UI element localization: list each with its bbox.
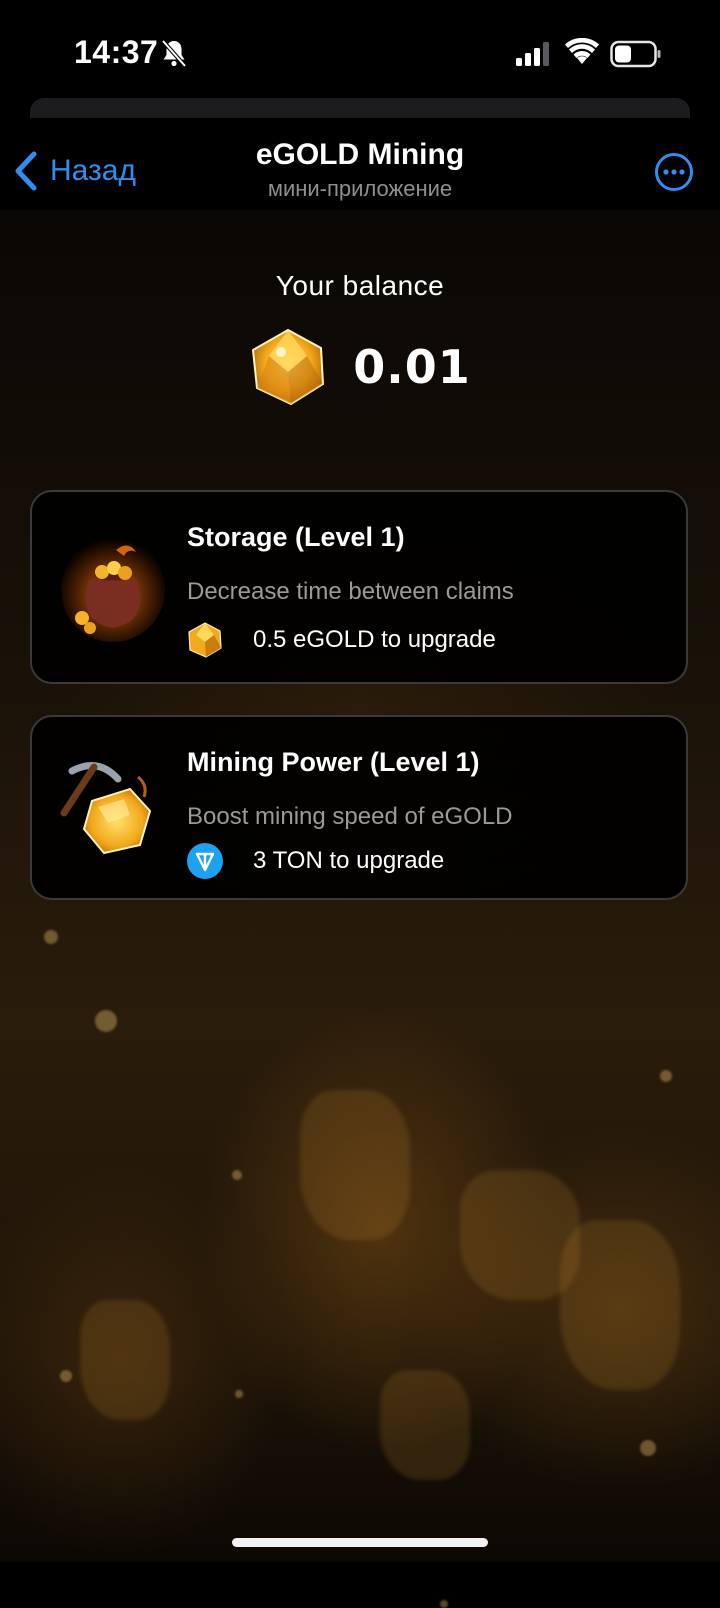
egold-gem-icon <box>188 622 222 658</box>
mining-power-title: Mining Power (Level 1) <box>187 747 480 777</box>
pickaxe-gold-icon <box>60 762 152 855</box>
mining-power-description: Boost mining speed of eGOLD <box>187 803 513 830</box>
mining-power-cost-row: 3 TON to upgrade <box>187 843 444 879</box>
sheet-top-edge <box>30 98 690 118</box>
mining-power-cost: 3 TON to upgrade <box>253 847 445 874</box>
mining-power-upgrade-card[interactable]: Mining Power (Level 1) Boost mining spee… <box>30 715 688 900</box>
more-options-icon[interactable] <box>654 152 694 192</box>
storage-title: Storage (Level 1) <box>187 522 405 552</box>
egold-gem-icon <box>252 328 325 406</box>
storage-cost-row: 0.5 eGOLD to upgrade <box>187 622 496 658</box>
app-title: eGOLD Mining <box>255 138 465 171</box>
status-time: 14:37 <box>74 34 159 70</box>
battery-icon <box>610 40 661 68</box>
app-subtitle: мини-приложение <box>267 176 453 201</box>
balance-label: Your balance <box>275 270 445 301</box>
balance-display: 0.01 <box>0 328 720 406</box>
cellular-signal-icon <box>516 42 549 66</box>
storage-description: Decrease time between claims <box>187 578 514 605</box>
home-indicator[interactable] <box>232 1538 488 1547</box>
balance-value: 0.01 <box>353 340 471 394</box>
mini-app-header: Назад eGOLD Mining мини-приложение <box>0 120 720 220</box>
wifi-icon <box>565 38 599 64</box>
storage-cost: 0.5 eGOLD to upgrade <box>253 626 496 653</box>
storage-upgrade-card[interactable]: Storage (Level 1) Decrease time between … <box>30 490 688 684</box>
bell-muted-icon <box>161 39 187 68</box>
status-bar: 14:37 <box>0 0 720 100</box>
ton-icon <box>187 843 223 879</box>
gold-sack-icon <box>61 538 165 642</box>
